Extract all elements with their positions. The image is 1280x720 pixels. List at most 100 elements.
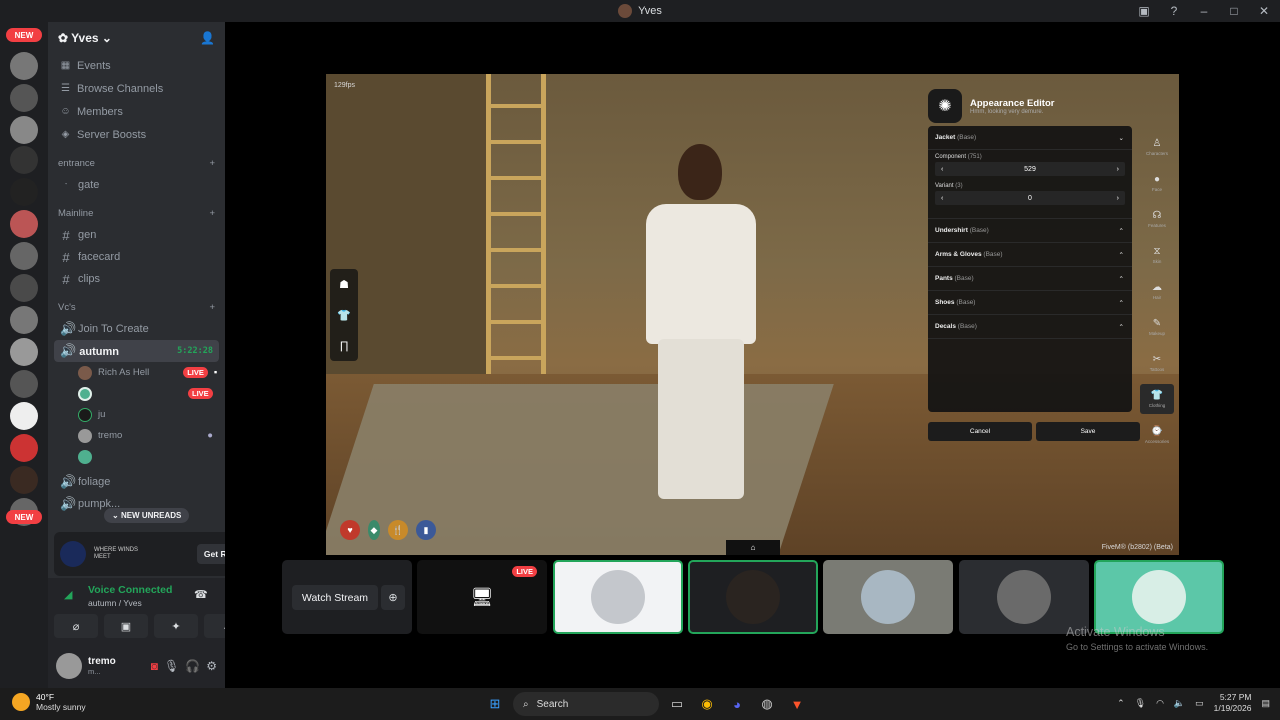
server-icon[interactable]: [10, 402, 38, 430]
section-decals[interactable]: Decals (Base) ⌃: [928, 315, 1132, 339]
voice-location[interactable]: autumn / Yves: [88, 598, 142, 608]
nav-server-boosts[interactable]: ◈ Server Boosts: [48, 123, 225, 146]
notifications-icon[interactable]: ▤: [1261, 698, 1270, 709]
inbox-icon[interactable]: ▣: [1136, 3, 1152, 19]
popout-icon[interactable]: ⊕: [381, 585, 405, 610]
new-badge[interactable]: NEW: [6, 28, 42, 42]
watch-stream-button[interactable]: Watch Stream: [292, 585, 378, 610]
section-jacket[interactable]: Jacket (Base) ⌄: [928, 126, 1132, 150]
channel-autumn[interactable]: 🔊 autumn 5:22:28: [54, 340, 219, 362]
fullscreen-toggle[interactable]: ⌂: [726, 540, 780, 555]
server-icon[interactable]: [10, 338, 38, 366]
headphones-icon[interactable]: 🎧: [185, 659, 200, 673]
discord-icon[interactable]: ◕: [725, 692, 749, 716]
screen-share-button[interactable]: ▣: [104, 614, 148, 638]
battery-icon[interactable]: ▭: [1195, 698, 1204, 709]
voice-user[interactable]: LIVE: [48, 383, 225, 404]
minimize-button[interactable]: –: [1196, 3, 1212, 19]
voice-user[interactable]: ju: [48, 404, 225, 425]
tab-accessories[interactable]: ⌚ Accessories: [1140, 420, 1174, 450]
variant-stepper[interactable]: ‹ 0 ›: [935, 191, 1125, 205]
tab-clothing[interactable]: 👕 Clothing: [1140, 384, 1174, 414]
windows-start-icon[interactable]: ⊞: [483, 692, 507, 716]
add-channel-icon[interactable]: +: [209, 208, 215, 219]
channel-facecard[interactable]: # facecard: [48, 246, 219, 268]
save-button[interactable]: Save: [1036, 422, 1140, 441]
category-entrance[interactable]: entrance +: [48, 152, 225, 174]
prev-arrow-icon[interactable]: ‹: [941, 166, 943, 173]
prev-arrow-icon[interactable]: ‹: [941, 195, 943, 202]
nav-events[interactable]: ▦ Events: [48, 54, 225, 77]
microphone-icon[interactable]: 🎙: [164, 659, 179, 673]
category-mainline[interactable]: Mainline +: [48, 202, 225, 224]
server-icon[interactable]: [10, 434, 38, 462]
tab-tattoos[interactable]: ✂ Tattoos: [1140, 348, 1174, 378]
server-icon[interactable]: [10, 306, 38, 334]
participant-tile[interactable]: [553, 560, 683, 634]
new-unreads-pill[interactable]: ⌄ NEW UNREADS: [104, 508, 190, 523]
head-icon[interactable]: ☗: [339, 278, 349, 291]
server-icon[interactable]: [10, 210, 38, 238]
shirt-icon[interactable]: 👕: [337, 309, 351, 322]
volume-icon[interactable]: 🔈: [1174, 698, 1185, 709]
server-icon[interactable]: [10, 370, 38, 398]
section-pants[interactable]: Pants (Base) ⌃: [928, 267, 1132, 291]
voice-user[interactable]: Rich As Hell LIVE ▪: [48, 362, 225, 383]
microphone-icon[interactable]: 🎙: [1135, 698, 1146, 709]
guild-header[interactable]: ✿ Yves ⌄ 👤: [48, 22, 225, 54]
help-icon[interactable]: ?: [1166, 3, 1182, 19]
channel-gen[interactable]: # gen: [48, 224, 219, 246]
server-icon[interactable]: [10, 52, 38, 80]
app-icon[interactable]: ◍: [755, 692, 779, 716]
next-arrow-icon[interactable]: ›: [1117, 195, 1119, 202]
tab-hair[interactable]: ☁ Hair: [1140, 276, 1174, 306]
tab-face[interactable]: ● Face: [1140, 168, 1174, 198]
avatar[interactable]: [56, 653, 82, 679]
channel-join-to-create[interactable]: 🔊 Join To Create: [48, 318, 219, 340]
server-icon[interactable]: [10, 84, 38, 112]
participant-tile[interactable]: [688, 560, 818, 634]
wifi-icon[interactable]: ◠: [1156, 698, 1164, 709]
task-view-icon[interactable]: ▭: [665, 692, 689, 716]
tab-makeup[interactable]: ✎ Makeup: [1140, 312, 1174, 342]
add-member-icon[interactable]: 👤: [200, 31, 215, 45]
taskbar-search[interactable]: ⌕ Search: [513, 692, 659, 716]
close-button[interactable]: ✕: [1256, 3, 1272, 19]
disconnect-icon[interactable]: ☎: [194, 588, 208, 601]
tab-skin[interactable]: ⧖ Skin: [1140, 240, 1174, 270]
cancel-button[interactable]: Cancel: [928, 422, 1032, 441]
component-stepper[interactable]: ‹ 529 ›: [935, 162, 1125, 176]
server-icon[interactable]: [10, 116, 38, 144]
voice-user[interactable]: tremo ●: [48, 425, 225, 446]
server-icon[interactable]: [10, 146, 38, 174]
chrome-icon[interactable]: ◉: [695, 692, 719, 716]
channel-gate[interactable]: ˑ gate: [48, 174, 219, 196]
category-vcs[interactable]: Vc's +: [48, 296, 225, 318]
nav-members[interactable]: ☺ Members: [48, 100, 225, 123]
participant-tile[interactable]: [959, 560, 1089, 634]
channel-clips[interactable]: # clips: [48, 268, 219, 290]
participant-tile[interactable]: [1094, 560, 1224, 634]
section-shoes[interactable]: Shoes (Base) ⌃: [928, 291, 1132, 315]
camera-off-button[interactable]: ⌀: [54, 614, 98, 638]
tab-characters[interactable]: ♙ Characters: [1140, 132, 1174, 162]
section-undershirt[interactable]: Undershirt (Base) ⌃: [928, 219, 1132, 243]
voice-user[interactable]: [48, 446, 225, 467]
participant-tile[interactable]: [823, 560, 953, 634]
brave-icon[interactable]: ▼: [785, 692, 809, 716]
chevron-up-icon[interactable]: ⌃: [1117, 698, 1125, 709]
game-controller-icon[interactable]: ◙: [151, 659, 158, 673]
server-icon[interactable]: [10, 274, 38, 302]
weather-widget[interactable]: 40°F Mostly sunny: [12, 692, 86, 712]
stream-tile[interactable]: 🖥 LIVE: [417, 560, 547, 634]
next-arrow-icon[interactable]: ›: [1117, 166, 1119, 173]
user-info[interactable]: tremo m...: [88, 656, 116, 676]
activities-button[interactable]: ✦: [154, 614, 198, 638]
server-icon[interactable]: [10, 242, 38, 270]
channel-foliage[interactable]: 🔊 foliage: [48, 471, 219, 493]
voice-status[interactable]: Voice Connected: [88, 584, 172, 596]
new-badge[interactable]: NEW: [6, 510, 42, 524]
clock[interactable]: 5:27 PM 1/19/2026: [1214, 692, 1252, 714]
tab-features[interactable]: ☊ Features: [1140, 204, 1174, 234]
add-channel-icon[interactable]: +: [209, 158, 215, 169]
